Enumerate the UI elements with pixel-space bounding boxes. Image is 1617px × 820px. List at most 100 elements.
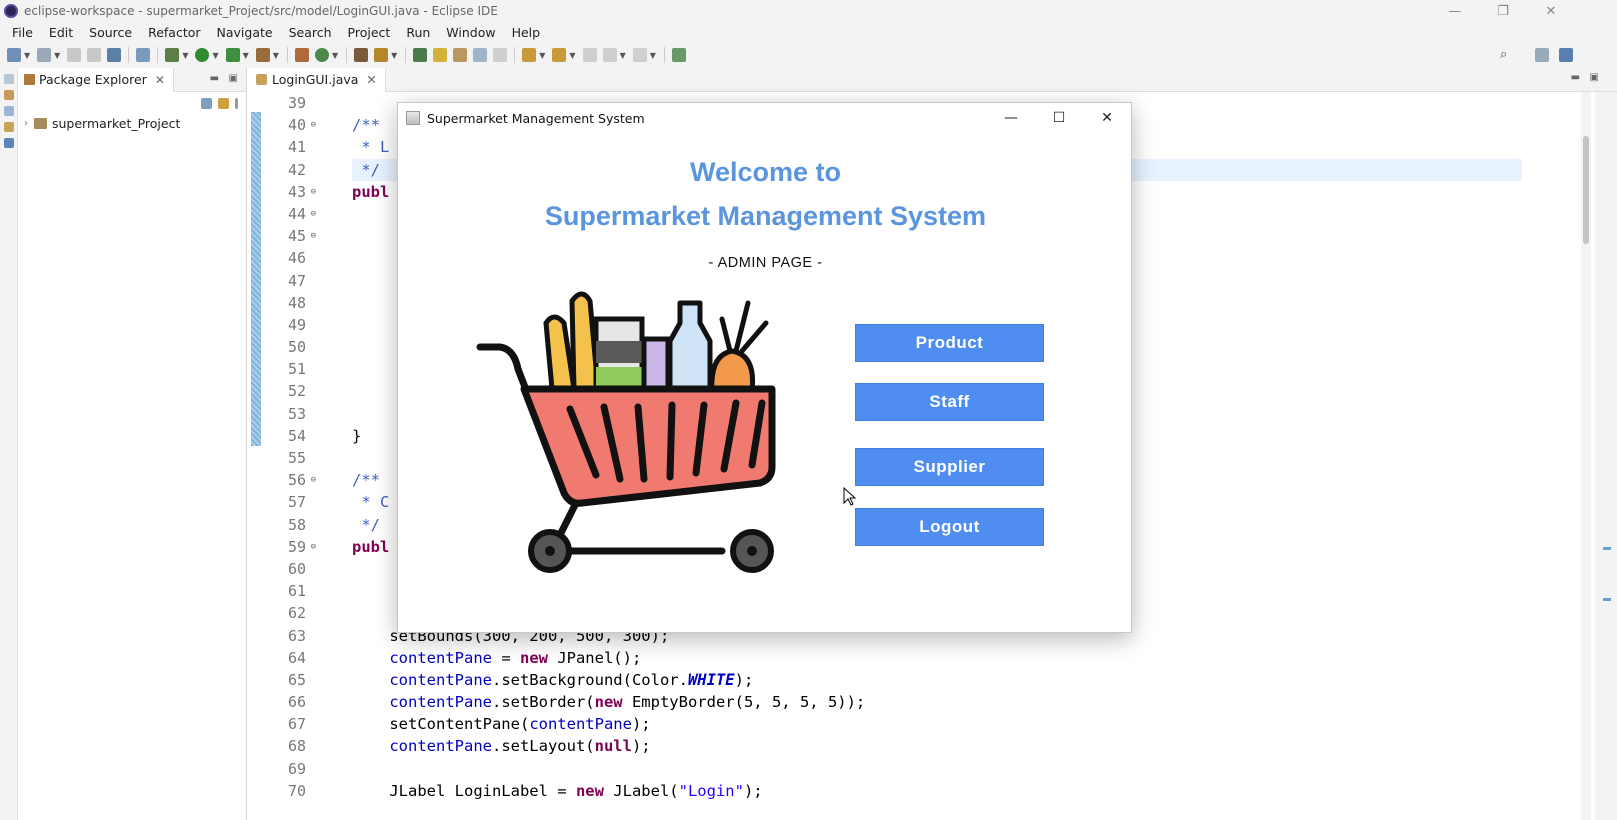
new-icon[interactable] bbox=[7, 48, 21, 62]
code-line[interactable]: contentPane.setBorder(new EmptyBorder(5,… bbox=[352, 691, 1522, 713]
toggle-highlight-icon[interactable] bbox=[433, 48, 448, 62]
console-icon[interactable] bbox=[4, 138, 14, 148]
scrollbar-thumb[interactable] bbox=[1583, 136, 1589, 244]
chevron-down-icon[interactable]: ▼ bbox=[182, 51, 188, 60]
overview-marker[interactable] bbox=[1603, 547, 1611, 550]
tab-logingui-java[interactable]: LoginGUI.java ✕ bbox=[248, 67, 386, 92]
minimize-icon[interactable]: — bbox=[988, 103, 1034, 133]
run-icon[interactable] bbox=[195, 48, 210, 62]
menu-file[interactable]: File bbox=[4, 25, 41, 40]
view-controls[interactable]: ▬ ▣ bbox=[1571, 72, 1599, 83]
save-all-icon[interactable] bbox=[87, 48, 102, 62]
overview-ruler[interactable] bbox=[1595, 92, 1617, 820]
external-tools-icon[interactable] bbox=[255, 48, 270, 62]
fold-icon[interactable]: ⊖ bbox=[311, 469, 316, 491]
close-icon[interactable]: ✕ bbox=[1528, 0, 1574, 22]
code-line[interactable]: contentPane = new JPanel(); bbox=[352, 647, 1522, 669]
code-line[interactable]: contentPane.setBackground(Color.WHITE); bbox=[352, 669, 1522, 691]
menu-source[interactable]: Source bbox=[81, 25, 140, 40]
coverage-icon[interactable] bbox=[225, 48, 240, 62]
menu-search[interactable]: Search bbox=[281, 25, 340, 40]
fold-icon[interactable]: ⊖ bbox=[311, 225, 316, 247]
back-icon[interactable] bbox=[602, 48, 617, 62]
chevron-down-icon[interactable]: ▼ bbox=[24, 51, 30, 60]
forward-icon[interactable] bbox=[632, 48, 647, 62]
overview-marker[interactable] bbox=[1603, 598, 1611, 601]
chevron-down-icon[interactable]: ▼ bbox=[243, 51, 249, 60]
chevron-down-icon[interactable]: ▼ bbox=[539, 51, 545, 60]
toolbar-divider bbox=[514, 47, 516, 63]
menu-navigate[interactable]: Navigate bbox=[209, 25, 281, 40]
menu-edit[interactable]: Edit bbox=[41, 25, 81, 40]
fold-icon[interactable]: ⊖ bbox=[311, 203, 316, 225]
new-project-icon[interactable] bbox=[37, 48, 52, 62]
line-number: 45 ⊖ bbox=[262, 225, 316, 247]
toolbar-divider bbox=[663, 47, 665, 63]
link-with-editor-icon[interactable] bbox=[218, 97, 229, 109]
line-number: 51 bbox=[287, 360, 306, 379]
menu-refactor[interactable]: Refactor bbox=[140, 25, 208, 40]
collapse-all-icon[interactable] bbox=[201, 97, 212, 109]
chevron-down-icon[interactable]: ▼ bbox=[332, 51, 338, 60]
close-icon[interactable]: ✕ bbox=[1084, 103, 1130, 133]
code-line[interactable]: setContentPane(contentPane); bbox=[352, 713, 1522, 735]
open-type-icon[interactable] bbox=[354, 48, 369, 62]
last-edit-icon[interactable] bbox=[582, 48, 597, 62]
staff-button[interactable]: Staff bbox=[855, 383, 1044, 421]
chevron-down-icon[interactable]: ▼ bbox=[650, 51, 656, 60]
java-perspective-icon[interactable] bbox=[1559, 48, 1573, 62]
block-selection-icon[interactable] bbox=[453, 48, 468, 62]
tree-item-project[interactable]: › supermarket_Project bbox=[18, 114, 246, 132]
line-number: 55 bbox=[287, 449, 306, 467]
new-class-icon[interactable] bbox=[314, 48, 329, 62]
chevron-down-icon[interactable]: ▼ bbox=[391, 51, 397, 60]
restore-icon[interactable]: ❐ bbox=[1480, 0, 1526, 22]
fold-icon[interactable]: ⊖ bbox=[311, 181, 316, 203]
search-tool-icon[interactable] bbox=[374, 48, 389, 62]
code-line[interactable]: JLabel LoginLabel = new JLabel("Login"); bbox=[352, 780, 1522, 802]
chevron-down-icon[interactable]: ▼ bbox=[569, 51, 575, 60]
chevron-down-icon[interactable]: ▼ bbox=[620, 51, 626, 60]
menu-project[interactable]: Project bbox=[340, 25, 399, 40]
show-whitespace-icon[interactable] bbox=[493, 48, 508, 62]
search-icon[interactable]: ⌕ bbox=[1500, 47, 1507, 62]
outline-icon[interactable] bbox=[4, 106, 14, 116]
chevron-down-icon[interactable]: ▼ bbox=[54, 51, 60, 60]
logout-button[interactable]: Logout bbox=[855, 508, 1044, 546]
toggle-mark-icon[interactable] bbox=[413, 48, 428, 62]
prev-annotation-icon[interactable] bbox=[552, 48, 567, 62]
code-line[interactable]: contentPane.setLayout(null); bbox=[352, 735, 1522, 757]
chevron-right-icon[interactable]: › bbox=[24, 118, 28, 129]
product-button[interactable]: Product bbox=[855, 324, 1044, 362]
view-menu-icon[interactable] bbox=[235, 97, 238, 109]
menu-help[interactable]: Help bbox=[504, 25, 549, 40]
supplier-button[interactable]: Supplier bbox=[855, 448, 1044, 486]
open-perspective-icon[interactable] bbox=[1535, 48, 1549, 62]
next-annotation-icon[interactable] bbox=[522, 48, 537, 62]
fold-icon[interactable]: ⊖ bbox=[311, 114, 316, 136]
pin-editor-icon[interactable] bbox=[671, 48, 686, 62]
shopping-cart-icon bbox=[476, 291, 776, 573]
menu-run[interactable]: Run bbox=[398, 25, 438, 40]
debug-icon[interactable] bbox=[165, 48, 180, 62]
new-java-project-icon[interactable] bbox=[294, 48, 309, 62]
terminal-icon[interactable] bbox=[107, 48, 122, 62]
editor-vertical-scrollbar[interactable] bbox=[1581, 92, 1591, 820]
save-icon[interactable] bbox=[67, 48, 82, 62]
word-wrap-icon[interactable] bbox=[473, 48, 488, 62]
skip-breakpoints-icon[interactable] bbox=[136, 48, 151, 62]
hierarchy-icon[interactable] bbox=[4, 90, 14, 100]
code-line[interactable] bbox=[352, 758, 1522, 780]
javadoc-icon[interactable] bbox=[4, 122, 14, 132]
menu-window[interactable]: Window bbox=[438, 25, 503, 40]
fold-icon[interactable]: ⊖ bbox=[311, 536, 316, 558]
restore-view-icon[interactable] bbox=[4, 74, 14, 84]
chevron-down-icon[interactable]: ▼ bbox=[273, 51, 279, 60]
close-icon[interactable]: ✕ bbox=[366, 72, 376, 87]
minimize-icon[interactable]: — bbox=[1432, 0, 1478, 22]
chevron-down-icon[interactable]: ▼ bbox=[212, 51, 218, 60]
close-icon[interactable]: ✕ bbox=[155, 73, 165, 87]
view-controls[interactable]: ▬ ▣ bbox=[210, 73, 238, 84]
maximize-icon[interactable]: ☐ bbox=[1036, 103, 1082, 133]
tab-package-explorer[interactable]: Package Explorer ✕ bbox=[18, 67, 174, 92]
